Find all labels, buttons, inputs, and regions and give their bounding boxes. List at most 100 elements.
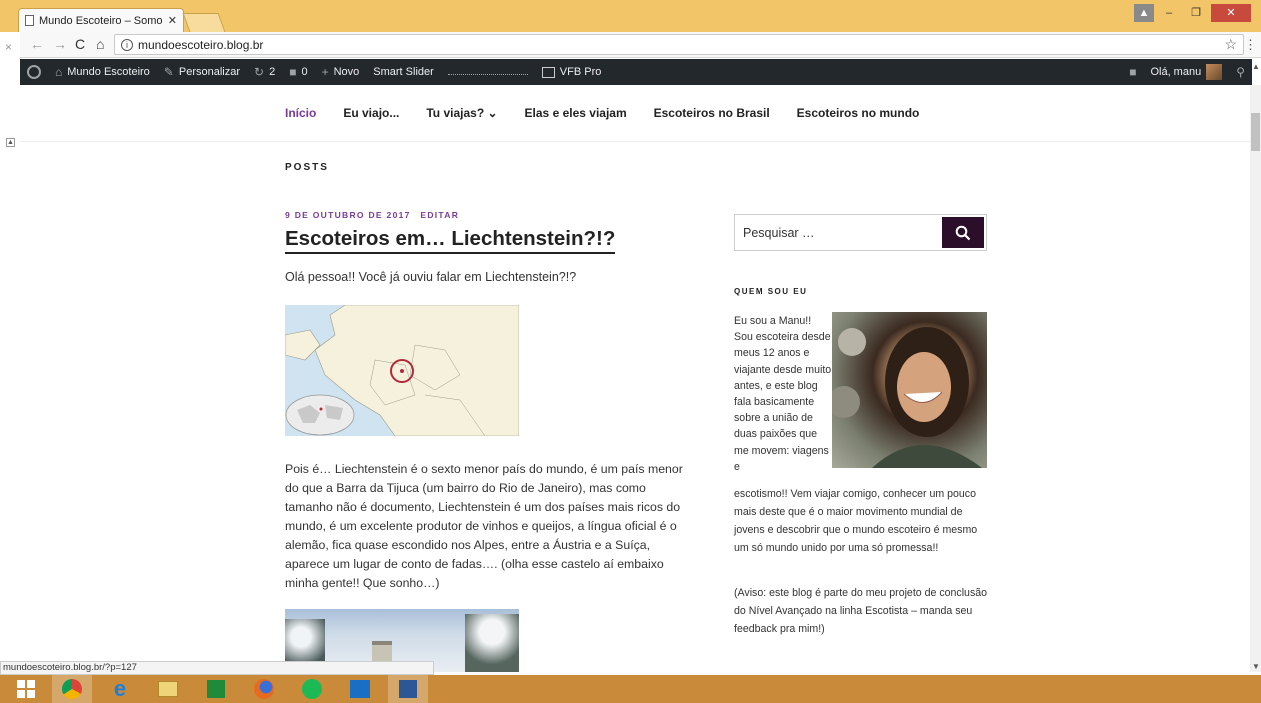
home-icon[interactable]: ⌂ (96, 36, 104, 52)
left-gutter: × ▲ (0, 32, 20, 672)
about-text-part1: Eu sou a Manu!! Sou escoteira desde meus… (734, 315, 832, 473)
search-icon: ⚲ (1236, 65, 1245, 79)
comments-count: 0 (301, 66, 308, 78)
folder-icon (158, 681, 178, 697)
window-controls: ▲ – ❐ ✕ (1134, 4, 1251, 22)
taskbar-store[interactable] (196, 675, 236, 703)
word-icon (399, 680, 417, 698)
reload-icon[interactable]: C (75, 36, 85, 52)
browser-tab[interactable]: Mundo Escoteiro – Somo ✕ (18, 8, 184, 32)
scroll-up-arrow-icon[interactable]: ▲ (1252, 62, 1260, 71)
new-label: Novo (333, 66, 360, 78)
search-form (734, 214, 987, 251)
taskbar-word[interactable] (388, 675, 428, 703)
plus-icon: + (321, 65, 329, 79)
tab-close-icon[interactable]: ✕ (168, 14, 177, 27)
search-button[interactable] (942, 217, 984, 248)
nav-item-escoteiros-mundo[interactable]: Escoteiros no mundo (797, 106, 920, 120)
about-note: (Aviso: este blog é parte do meu projeto… (734, 587, 988, 635)
site-navigation: Início Eu viajo... Tu viajas? ⌄ Elas e e… (20, 85, 1250, 142)
windows-logo-icon (17, 680, 35, 698)
nav-item-inicio[interactable]: Início (285, 106, 316, 120)
browser-titlebar: Mundo Escoteiro – Somo ✕ ▲ – ❐ ✕ (0, 0, 1261, 32)
nav-item-elas-e-eles[interactable]: Elas e eles viajam (525, 106, 627, 120)
account-menu[interactable]: Olá, manu (1143, 64, 1229, 80)
vfb-menu[interactable]: VFB Pro (535, 66, 609, 78)
search-input[interactable] (735, 215, 941, 250)
minimize-button[interactable]: – (1157, 4, 1181, 22)
wp-admin-bar: ⌂ Mundo Escoteiro ✎ Personalizar ↻ 2 ■ 0… (20, 59, 1252, 85)
vfb-label: VFB Pro (559, 66, 602, 78)
slider-dots-menu[interactable] (441, 69, 535, 75)
browser-menu-icon[interactable]: ⋮ (1244, 37, 1257, 53)
brush-icon: ✎ (163, 65, 174, 79)
nav-item-tu-viajas[interactable]: Tu viajas? ⌄ (426, 106, 497, 120)
wordpress-icon (27, 65, 41, 79)
spotify-icon (302, 679, 322, 699)
post-date[interactable]: 9 DE OUTUBRO DE 2017 (285, 210, 411, 220)
taskbar-ie[interactable]: e (100, 675, 140, 703)
tree-shape-right (465, 614, 519, 672)
dashboard-icon: ⌂ (55, 65, 63, 79)
comment-icon: ■ (289, 65, 297, 79)
updates-count: 2 (269, 66, 276, 78)
site-name-menu[interactable]: ⌂ Mundo Escoteiro (48, 65, 157, 79)
scroll-up-small-icon[interactable]: ▲ (6, 138, 15, 147)
page-icon (25, 15, 34, 26)
back-arrow-icon[interactable]: ← (30, 36, 44, 52)
info-icon[interactable]: i (121, 38, 133, 51)
form-icon (541, 66, 555, 78)
updates-menu[interactable]: ↻ 2 (247, 65, 282, 79)
wp-logo-menu[interactable] (20, 65, 48, 79)
tab-title: Mundo Escoteiro – Somo (39, 14, 163, 27)
customize-menu[interactable]: ✎ Personalizar (157, 65, 247, 79)
address-bar[interactable]: i mundoescoteiro.blog.br ☆ (114, 34, 1244, 55)
taskbar-explorer[interactable] (148, 675, 188, 703)
firefox-icon (254, 679, 274, 699)
post-title[interactable]: Escoteiros em… Liechtenstein?!? (285, 227, 616, 254)
liechtenstein-map-image (285, 305, 519, 436)
link-status-bar: mundoescoteiro.blog.br/?p=127 (0, 661, 434, 675)
portrait-shape (832, 327, 982, 468)
profile-photo (832, 312, 987, 468)
store-icon (207, 680, 225, 698)
nav-item-escoteiros-brasil[interactable]: Escoteiros no Brasil (654, 106, 770, 120)
scroll-down-arrow-icon[interactable]: ▼ (1252, 662, 1260, 671)
about-text-part2: escotismo!! Vem viajar comigo, conhecer … (734, 488, 978, 554)
post-intro: Olá pessoa!! Você já ouviu falar em Liec… (285, 270, 577, 284)
taskbar-chrome[interactable] (52, 675, 92, 703)
browser-toolbar: ← → C ⌂ i mundoescoteiro.blog.br ☆ ⋮ (0, 32, 1261, 58)
start-button[interactable] (0, 675, 52, 703)
edit-link[interactable]: EDITAR (420, 210, 459, 220)
note-icon: ■ (1129, 65, 1137, 79)
admin-search[interactable]: ⚲ (1229, 65, 1252, 79)
smart-slider-menu[interactable]: Smart Slider (366, 66, 441, 78)
taskbar-firefox[interactable] (244, 675, 284, 703)
restore-button[interactable]: ❐ (1184, 4, 1208, 22)
comments-menu[interactable]: ■ 0 (282, 65, 314, 79)
new-content-menu[interactable]: + Novo (315, 65, 367, 79)
internet-explorer-icon: e (113, 676, 127, 701)
taskbar-outlook[interactable] (340, 675, 380, 703)
post-meta: 9 DE OUTUBRO DE 2017 EDITAR (285, 210, 459, 220)
nav-item-eu-viajo[interactable]: Eu viajo... (343, 106, 399, 120)
notes-menu[interactable]: ■ (1122, 65, 1143, 79)
widget-title: QUEM SOU EU (734, 287, 808, 296)
page-scrollbar[interactable] (1250, 85, 1261, 672)
updates-icon: ↻ (254, 65, 265, 79)
smart-slider-label: Smart Slider (373, 66, 434, 78)
url-text: mundoescoteiro.blog.br (138, 37, 264, 52)
site-name: Mundo Escoteiro (67, 66, 150, 78)
post-body: Pois é… Liechtenstein é o sexto menor pa… (285, 462, 683, 590)
bookmark-star-icon[interactable]: ☆ (1224, 36, 1237, 53)
taskbar-spotify[interactable] (292, 675, 332, 703)
close-window-button[interactable]: ✕ (1211, 4, 1251, 22)
user-profile-icon[interactable]: ▲ (1134, 4, 1154, 22)
outlook-icon (350, 680, 370, 698)
windows-taskbar: e (0, 675, 1261, 703)
scrollbar-thumb[interactable] (1251, 113, 1260, 151)
close-icon[interactable]: × (5, 40, 12, 54)
new-tab-button[interactable] (182, 13, 226, 32)
forward-arrow-icon[interactable]: → (53, 36, 67, 52)
section-heading: POSTS (285, 162, 329, 173)
